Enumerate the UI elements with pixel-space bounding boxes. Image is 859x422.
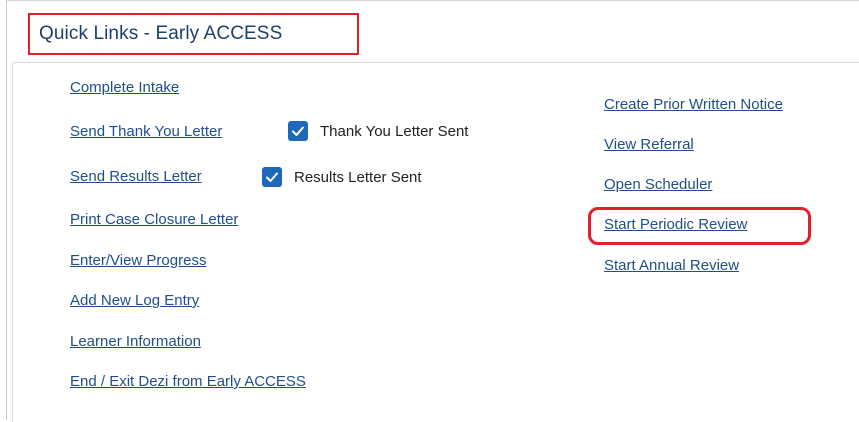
results-sent-label: Results Letter Sent xyxy=(294,168,422,186)
print-case-closure-letter-link[interactable]: Print Case Closure Letter xyxy=(70,211,238,228)
send-results-letter-link[interactable]: Send Results Letter xyxy=(70,168,202,185)
checkmark-icon xyxy=(266,172,278,182)
learner-information-link[interactable]: Learner Information xyxy=(70,333,201,350)
create-prior-written-notice-link[interactable]: Create Prior Written Notice xyxy=(604,96,783,113)
results-sent-check[interactable]: Results Letter Sent xyxy=(262,167,422,187)
thank-you-sent-check[interactable]: Thank You Letter Sent xyxy=(288,121,468,141)
add-new-log-entry-link[interactable]: Add New Log Entry xyxy=(70,292,199,309)
end-exit-link[interactable]: End / Exit Dezi from Early ACCESS xyxy=(70,373,306,390)
thank-you-sent-label: Thank You Letter Sent xyxy=(320,122,469,140)
send-thank-you-letter-link[interactable]: Send Thank You Letter xyxy=(70,123,222,140)
thank-you-sent-checkbox[interactable] xyxy=(288,121,308,141)
periodic-review-highlight xyxy=(588,207,811,245)
checkmark-icon xyxy=(292,126,304,136)
enter-view-progress-link[interactable]: Enter/View Progress xyxy=(70,252,206,269)
start-annual-review-link[interactable]: Start Annual Review xyxy=(604,257,739,274)
open-scheduler-link[interactable]: Open Scheduler xyxy=(604,176,712,193)
results-sent-checkbox[interactable] xyxy=(262,167,282,187)
section-title: Quick Links - Early ACCESS xyxy=(39,23,283,44)
view-referral-link[interactable]: View Referral xyxy=(604,136,694,153)
complete-intake-link[interactable]: Complete Intake xyxy=(70,79,179,96)
section-title-box: Quick Links - Early ACCESS xyxy=(28,13,359,55)
